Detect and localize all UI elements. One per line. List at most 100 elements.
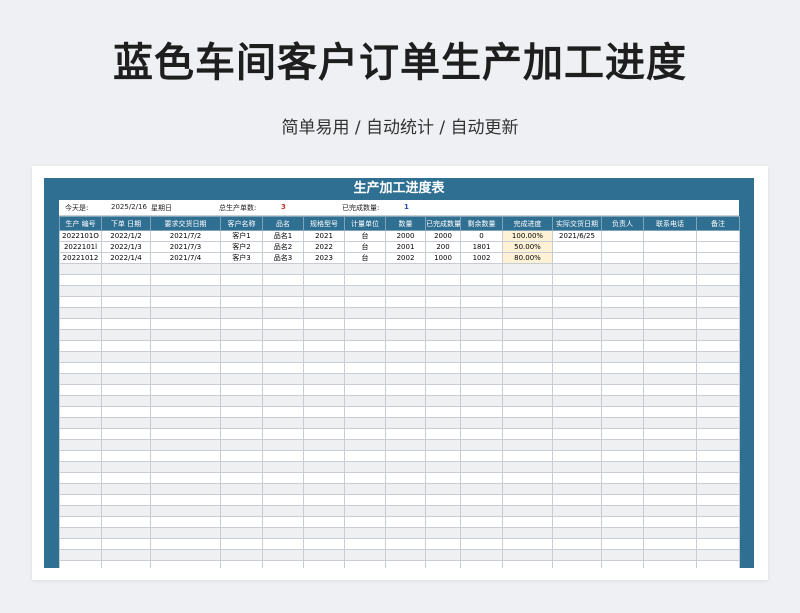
- table-cell[interactable]: [344, 395, 386, 407]
- table-cell[interactable]: [643, 340, 697, 352]
- table-cell[interactable]: [425, 505, 461, 517]
- table-cell[interactable]: [643, 461, 697, 473]
- table-cell[interactable]: [262, 373, 304, 385]
- table-cell[interactable]: [425, 362, 461, 374]
- table-cell[interactable]: [344, 406, 386, 418]
- table-cell[interactable]: [262, 263, 304, 275]
- table-cell[interactable]: [502, 560, 553, 568]
- table-cell[interactable]: [502, 307, 553, 319]
- table-cell[interactable]: [696, 230, 740, 242]
- table-cell[interactable]: [220, 483, 263, 495]
- table-cell[interactable]: [101, 263, 151, 275]
- table-cell[interactable]: [262, 307, 304, 319]
- column-header[interactable]: 要求交货日期: [150, 216, 221, 231]
- table-cell[interactable]: [601, 307, 644, 319]
- table-cell[interactable]: [552, 483, 602, 495]
- table-cell[interactable]: 台: [344, 230, 386, 242]
- table-cell[interactable]: [59, 406, 102, 418]
- table-cell[interactable]: [262, 285, 304, 297]
- table-cell[interactable]: [696, 362, 740, 374]
- table-cell[interactable]: [460, 362, 503, 374]
- table-cell[interactable]: [425, 285, 461, 297]
- table-cell[interactable]: [425, 384, 461, 396]
- table-cell[interactable]: [344, 428, 386, 440]
- table-cell[interactable]: [262, 439, 304, 451]
- table-cell[interactable]: [643, 516, 697, 528]
- table-cell[interactable]: [262, 274, 304, 286]
- table-cell[interactable]: 客户1: [220, 230, 263, 242]
- table-cell[interactable]: [460, 494, 503, 506]
- table-cell[interactable]: [385, 362, 426, 374]
- table-cell[interactable]: [601, 527, 644, 539]
- table-cell[interactable]: [552, 450, 602, 462]
- table-cell[interactable]: [601, 329, 644, 341]
- column-header[interactable]: 负责人: [601, 216, 644, 231]
- table-cell[interactable]: [460, 329, 503, 341]
- table-cell[interactable]: 1000: [425, 252, 461, 264]
- table-cell[interactable]: [220, 505, 263, 517]
- table-cell[interactable]: [502, 362, 553, 374]
- table-cell[interactable]: [460, 505, 503, 517]
- table-cell[interactable]: [101, 373, 151, 385]
- table-cell[interactable]: [502, 406, 553, 418]
- table-cell[interactable]: [59, 296, 102, 308]
- table-cell[interactable]: [502, 417, 553, 429]
- table-cell[interactable]: [150, 483, 221, 495]
- table-cell[interactable]: [385, 505, 426, 517]
- table-cell[interactable]: [601, 406, 644, 418]
- table-cell[interactable]: [552, 307, 602, 319]
- table-cell[interactable]: [101, 483, 151, 495]
- table-cell[interactable]: [601, 263, 644, 275]
- table-cell[interactable]: [303, 384, 345, 396]
- table-cell[interactable]: [303, 494, 345, 506]
- table-cell[interactable]: [460, 461, 503, 473]
- table-cell[interactable]: [385, 395, 426, 407]
- column-header[interactable]: 联系电话: [643, 216, 697, 231]
- table-cell[interactable]: [101, 461, 151, 473]
- table-cell[interactable]: [101, 285, 151, 297]
- table-cell[interactable]: [101, 516, 151, 528]
- table-cell[interactable]: [59, 439, 102, 451]
- table-cell[interactable]: [601, 439, 644, 451]
- table-cell[interactable]: [101, 318, 151, 330]
- table-cell[interactable]: [303, 329, 345, 341]
- table-cell[interactable]: [643, 252, 697, 264]
- table-cell[interactable]: [460, 549, 503, 561]
- table-cell[interactable]: [59, 395, 102, 407]
- table-cell[interactable]: [220, 417, 263, 429]
- table-cell[interactable]: [59, 428, 102, 440]
- table-cell[interactable]: [502, 505, 553, 517]
- table-cell[interactable]: [601, 252, 644, 264]
- table-cell[interactable]: [552, 549, 602, 561]
- table-cell[interactable]: [303, 406, 345, 418]
- table-cell[interactable]: [262, 494, 304, 506]
- table-cell[interactable]: [643, 351, 697, 363]
- table-cell[interactable]: [220, 527, 263, 539]
- table-cell[interactable]: [552, 263, 602, 275]
- table-cell[interactable]: [262, 362, 304, 374]
- table-cell[interactable]: [643, 527, 697, 539]
- table-cell[interactable]: [150, 340, 221, 352]
- table-cell[interactable]: [460, 439, 503, 451]
- table-cell[interactable]: [344, 296, 386, 308]
- table-cell[interactable]: [502, 329, 553, 341]
- table-cell[interactable]: [696, 274, 740, 286]
- table-cell[interactable]: [425, 428, 461, 440]
- table-cell[interactable]: [425, 296, 461, 308]
- table-cell[interactable]: [696, 285, 740, 297]
- table-cell[interactable]: [220, 395, 263, 407]
- table-cell[interactable]: [502, 296, 553, 308]
- table-cell[interactable]: [220, 340, 263, 352]
- table-cell[interactable]: 2022/1/2: [101, 230, 151, 242]
- table-cell[interactable]: 1801: [460, 241, 503, 253]
- table-cell[interactable]: [150, 549, 221, 561]
- table-cell[interactable]: [59, 472, 102, 484]
- table-cell[interactable]: [425, 406, 461, 418]
- table-cell[interactable]: [303, 450, 345, 462]
- table-cell[interactable]: [425, 461, 461, 473]
- table-cell[interactable]: [643, 263, 697, 275]
- table-cell[interactable]: [385, 461, 426, 473]
- table-cell[interactable]: [262, 340, 304, 352]
- table-cell[interactable]: [344, 329, 386, 341]
- table-cell[interactable]: [502, 274, 553, 286]
